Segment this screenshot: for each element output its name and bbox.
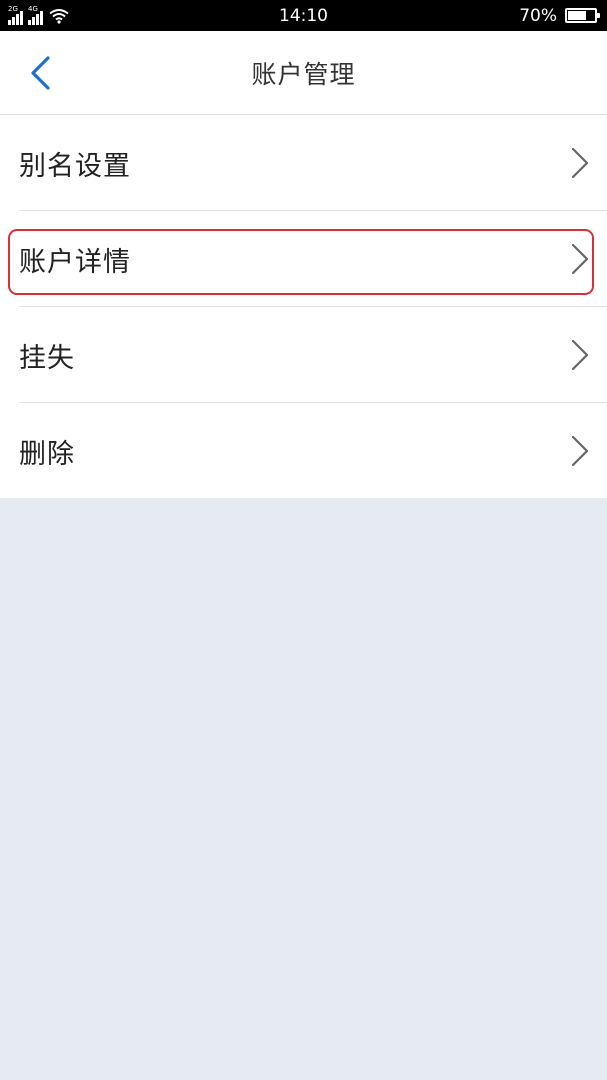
chevron-right-icon [571,435,589,467]
menu-item-label: 别名设置 [19,150,131,182]
menu-item-account-details[interactable]: 账户详情 [0,211,607,307]
account-menu: 别名设置 账户详情 挂失 删除 [0,115,607,498]
status-bar: 2G 4G 14:10 70% [0,0,607,31]
signal-4g-icon: 4G [28,5,43,25]
chevron-right-icon [571,243,589,275]
nav-bar: 账户管理 [0,31,607,115]
battery-icon [565,8,600,23]
chevron-left-icon [31,56,50,90]
chevron-right-icon [571,147,589,179]
battery-percent: 70% [519,5,557,26]
menu-item-delete[interactable]: 删除 [0,403,607,499]
wifi-icon [49,8,69,24]
menu-item-label: 删除 [19,438,75,470]
page-title: 账户管理 [251,59,356,89]
signal-2g-icon: 2G [8,5,23,25]
status-right: 70% [519,5,600,26]
menu-item-label: 账户详情 [19,246,131,278]
back-button[interactable] [20,53,60,93]
chevron-right-icon [571,339,589,371]
menu-item-label: 挂失 [19,342,75,374]
status-left: 2G 4G [8,5,69,25]
status-time: 14:10 [279,5,328,26]
menu-item-alias[interactable]: 别名设置 [0,115,607,211]
menu-item-report-loss[interactable]: 挂失 [0,307,607,403]
